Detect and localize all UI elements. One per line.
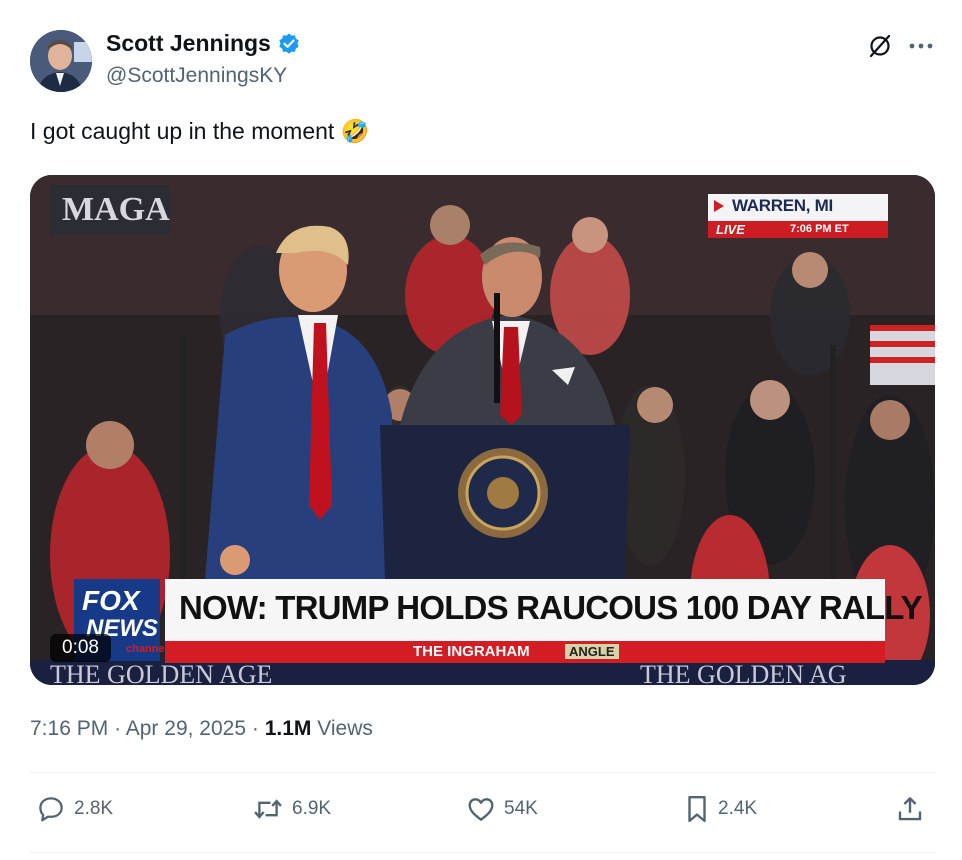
verified-badge-icon — [277, 32, 301, 56]
chyron-text: NOW: TRUMP HOLDS RAUCOUS 100 DAY RALLY — [179, 589, 923, 626]
svg-text:MAGA: MAGA — [62, 191, 170, 228]
avatar[interactable] — [30, 30, 92, 92]
tweet-time[interactable]: 7:16 PM — [30, 717, 108, 740]
live-label: LIVE — [716, 222, 745, 237]
repost-button[interactable]: 6.9K — [252, 794, 331, 824]
reply-button[interactable]: 2.8K — [36, 794, 113, 824]
repost-icon — [252, 794, 284, 824]
video-player[interactable]: MAGA THE GOLDEN AGE THE GOLDEN AG WARREN… — [30, 175, 935, 685]
video-duration: 0:08 — [50, 634, 111, 662]
show-bar: THE INGRAHAM ANGLE — [165, 641, 885, 663]
reply-count: 2.8K — [74, 798, 114, 819]
user-handle[interactable]: @ScottJenningsKY — [106, 64, 287, 88]
show-name-2: ANGLE — [565, 644, 619, 659]
live-time: 7:06 PM ET — [790, 223, 849, 235]
bookmark-icon — [684, 794, 710, 824]
tweet-date[interactable]: Apr 29, 2025 — [126, 717, 246, 740]
repost-count: 6.9K — [292, 798, 332, 819]
bookmark-count: 2.4K — [718, 798, 758, 819]
share-button[interactable] — [895, 794, 925, 824]
location-bug: WARREN, MI LIVE 7:06 PM ET — [708, 194, 888, 238]
views-label: Views — [317, 717, 373, 740]
show-name: THE INGRAHAM — [413, 643, 530, 660]
divider-bottom — [30, 852, 935, 853]
location-city: WARREN, MI — [732, 196, 833, 215]
display-name[interactable]: Scott Jennings — [106, 30, 271, 57]
tweet-meta: 7:16 PM · Apr 29, 2025 · 1.1M Views — [30, 717, 373, 740]
divider — [30, 772, 935, 773]
views-count: 1.1M — [264, 717, 312, 740]
more-icon[interactable] — [908, 41, 934, 51]
bookmark-button[interactable]: 2.4K — [684, 794, 757, 824]
grok-icon[interactable] — [866, 32, 894, 60]
like-count: 54K — [504, 798, 538, 819]
svg-text:THE GOLDEN AG: THE GOLDEN AG — [640, 660, 847, 685]
like-button[interactable]: 54K — [466, 794, 538, 824]
like-icon — [466, 794, 496, 824]
svg-text:THE GOLDEN AGE: THE GOLDEN AGE — [50, 660, 272, 685]
chyron: NOW: TRUMP HOLDS RAUCOUS 100 DAY RALLY — [165, 579, 923, 641]
reply-icon — [36, 794, 66, 824]
share-icon — [895, 794, 925, 824]
tweet-text: I got caught up in the moment 🤣 — [30, 118, 370, 144]
